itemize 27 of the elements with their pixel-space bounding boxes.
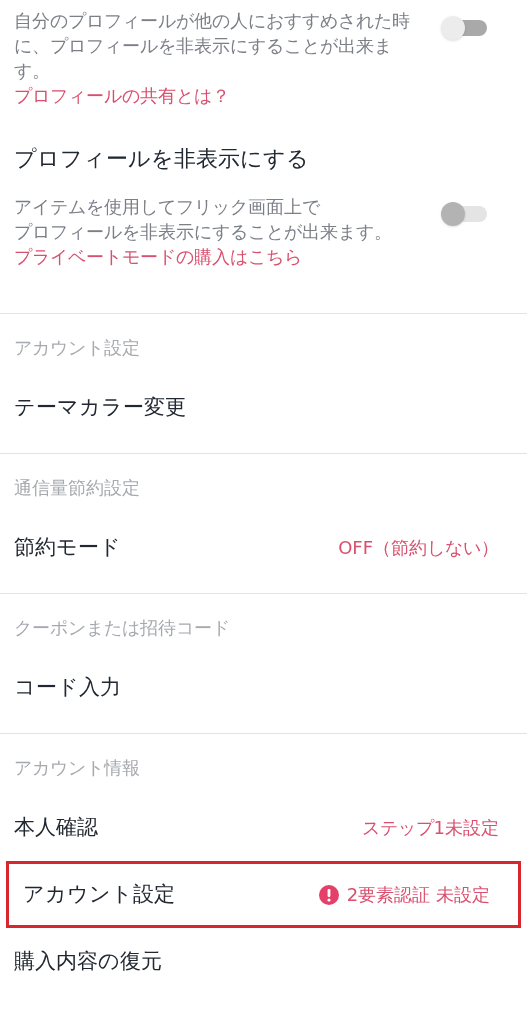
settings-row[interactable]: 本人確認 ステップ1未設定 <box>0 794 527 861</box>
section-header: クーポンまたは招待コード <box>13 616 231 640</box>
section-header: アカウント情報 <box>13 756 141 780</box>
section-header: アカウント設定 <box>13 336 141 360</box>
row-value: 2要素認証 未設定 <box>346 883 490 907</box>
description-line: す。 <box>14 59 51 83</box>
row-value: ステップ1未設定 <box>361 816 499 840</box>
toggle-switch[interactable] <box>441 16 487 40</box>
section-header: 通信量節約設定 <box>13 476 141 500</box>
row-label: 購入内容の復元 <box>14 947 162 975</box>
settings-row[interactable]: 購入内容の復元 <box>0 928 527 995</box>
setting-title: プロフィールを非表示にする <box>14 145 310 173</box>
row-value: OFF（節約しない） <box>338 536 499 560</box>
settings-row[interactable]: コード入力 <box>0 654 527 721</box>
description-line: に、プロフィールを非表示にすることが出来ま <box>14 34 393 58</box>
row-label: アカウント設定 <box>23 880 175 908</box>
help-link[interactable]: プロフィールの共有とは？ <box>14 83 410 108</box>
row-label: 本人確認 <box>14 813 98 841</box>
description-line: プロフィールを非表示にすることが出来ます。 <box>14 220 392 244</box>
settings-row[interactable]: テーマカラー変更 <box>0 374 527 441</box>
settings-row[interactable]: 節約モード OFF（節約しない） <box>0 514 527 581</box>
description-line: 自分のプロフィールが他の人におすすめされた時 <box>14 9 410 33</box>
settings-row[interactable]: アカウント設定 2要素認証 未設定 <box>6 861 521 928</box>
row-label: コード入力 <box>14 673 121 701</box>
row-label: テーマカラー変更 <box>14 393 186 421</box>
description-line: アイテムを使用してフリック画面上で <box>14 195 321 219</box>
row-label: 節約モード <box>14 533 121 561</box>
